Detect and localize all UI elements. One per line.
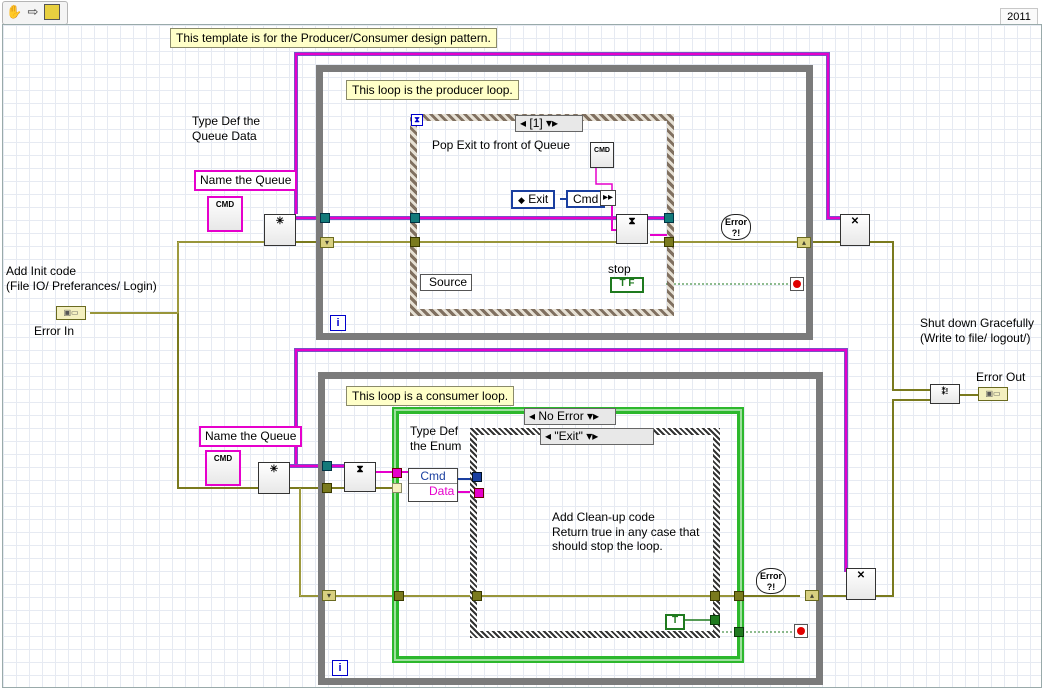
unbundle-cmd: Cmd [409,469,457,484]
inner-case-boolean-tunnel [710,615,720,625]
inner-case-data-tunnel [474,488,484,498]
producer-error-shift-register: ▾ [320,237,334,248]
inner-case-error-tunnel-in [472,591,482,601]
consumer-error-case-label: No Error [538,409,584,423]
inner-case-error-tunnel-out [710,591,720,601]
cmd-icon: CMD [594,147,610,154]
release-queue-bottom-icon[interactable]: ✕ [846,568,876,600]
source-indicator: Source [420,274,473,291]
consumer-error-shift-register-out: ▴ [805,590,819,601]
consumer-command-case-selector[interactable]: ◂ "Exit" ▾▸ [540,428,654,445]
inner-case-selector-terminal [472,472,482,482]
stop-boolean-control[interactable]: T F [610,277,644,293]
error-in-control[interactable]: ▣▭ [56,306,86,320]
cmd-icon-bottom: CMD [213,454,233,463]
case-queue-tunnel-out [664,213,674,223]
unbundle-by-name-node[interactable]: Cmd Data [408,468,458,502]
name-the-queue-bottom[interactable]: Name the Queue [199,426,303,447]
true-constant[interactable]: T [665,614,685,630]
bundle-by-name-icon[interactable]: ▸▸ [600,190,616,206]
error-out-label: Error Out [976,370,1026,384]
case-error-tunnel-out [664,237,674,247]
case-error-tunnel [410,237,420,247]
producer-iteration-terminal[interactable]: i [330,315,346,331]
producer-cmd-typedef[interactable]: CMD [590,142,614,168]
error-in-label: Error In [34,324,75,338]
template-note: This template is for the Producer/Consum… [170,28,497,48]
exit-enum-value: Exit [528,192,549,206]
queue-data-typedef-top[interactable]: CMD [207,196,243,232]
pop-exit-label: Pop Exit to front of Queue [432,138,571,152]
consumer-queue-tunnel-in [322,461,332,471]
producer-case-label: [1] [529,116,543,130]
add-init-label: Add Init code (File IO/ Preferances/ Log… [6,264,157,293]
consumer-error-case-selector[interactable]: ◂ No Error ▾▸ [524,408,616,425]
consumer-case-error-tunnel-in [394,591,404,601]
typedef-enum-label: Type Def the Enum [410,424,462,453]
typedef-queue-label: Type Def the Queue Data [192,114,261,143]
consumer-note: This loop is a consumer loop. [346,386,515,406]
case-data-tunnel [392,468,402,478]
queue-data-typedef-bottom[interactable]: CMD [205,450,241,486]
dequeue-element-icon[interactable]: ⧗ [344,462,376,492]
case-selector-terminal: ⧗ [411,114,423,126]
consumer-error-handler-icon[interactable]: Error?! [756,568,786,594]
obtain-queue-bottom-icon[interactable]: ✳ [258,462,290,494]
producer-error-handler-icon[interactable]: Error?! [721,214,751,240]
producer-stop-terminal[interactable] [790,277,804,291]
release-queue-top-icon[interactable]: ✕ [840,214,870,246]
exit-enum-constant[interactable]: ◆ Exit [511,190,556,209]
cleanup-label: Add Clean-up code Return true in any cas… [552,510,700,553]
case-queue-tunnel [410,213,420,223]
consumer-error-shift-register: ▾ [322,590,336,601]
consumer-error-tunnel-in [322,483,332,493]
producer-case-selector[interactable]: ◂ [1] ▾▸ [515,115,583,132]
shutdown-label: Shut down Gracefully (Write to file/ log… [920,316,1035,345]
cmd-icon-top: CMD [215,200,235,209]
consumer-command-case-label: "Exit" [554,429,583,443]
obtain-queue-top-icon[interactable]: ✳ [264,214,296,246]
enqueue-front-icon[interactable]: ⧗ [616,214,648,244]
merge-errors-icon[interactable]: ⁑! [930,384,960,404]
error-out-indicator[interactable]: ▣▭ [978,387,1008,401]
consumer-stop-terminal[interactable] [794,624,808,638]
stop-label: stop [608,262,631,276]
case-selector-tunnel [392,483,402,493]
consumer-case-error-tunnel-out [734,591,744,601]
consumer-case-boolean-tunnel [734,627,744,637]
producer-queue-tunnel-in [320,213,330,223]
consumer-iteration-terminal[interactable]: i [332,660,348,676]
producer-note: This loop is the producer loop. [346,80,519,100]
name-the-queue-top[interactable]: Name the Queue [194,170,298,191]
unbundle-data: Data [429,484,455,498]
producer-error-shift-register-out: ▴ [797,237,811,248]
